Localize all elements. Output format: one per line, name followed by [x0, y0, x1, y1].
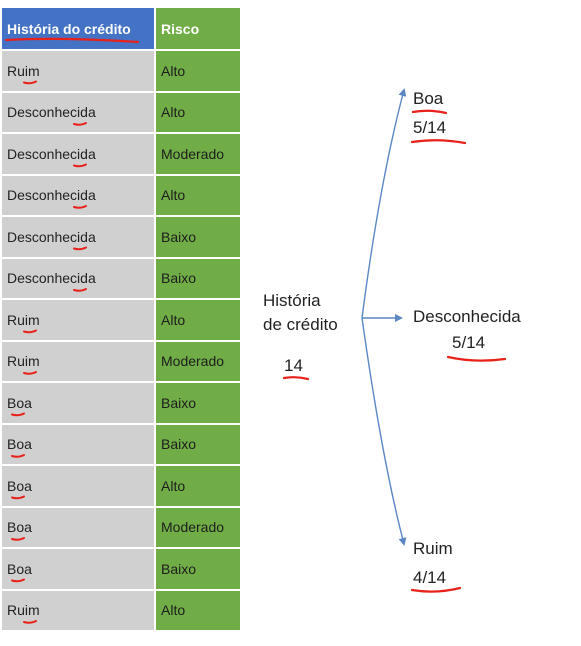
underline-header — [4, 37, 140, 44]
row-underline-mark — [11, 412, 25, 417]
row-underline-mark — [23, 620, 37, 624]
branch-desconhecida-label: Desconhecida — [413, 307, 521, 326]
branch-ruim-fraction: 4/14 — [413, 568, 447, 587]
branch-boa-fraction: 5/14 — [413, 118, 447, 137]
row-underline-mark — [73, 288, 87, 292]
row-underline-mark — [11, 454, 25, 458]
underline-boa-fraction — [410, 139, 467, 145]
row-underline-mark — [73, 122, 87, 126]
branch-desconhecida-fraction: 5/14 — [452, 333, 486, 352]
row-underline-mark — [23, 329, 37, 334]
row-underline-mark — [73, 163, 87, 168]
row-underline-mark — [73, 205, 87, 209]
arrow-to-boa — [361, 88, 407, 319]
underline-boa-label — [411, 109, 448, 115]
underline-desconhecida-fraction — [446, 355, 507, 362]
arrow-to-ruim — [361, 317, 407, 546]
row-underline-mark — [11, 537, 25, 541]
row-underline-marks — [11, 80, 87, 624]
root-node-label: História de crédito — [263, 289, 338, 337]
root-label-line1: História — [263, 291, 321, 310]
branch-ruim-label: Ruim — [413, 539, 453, 558]
row-underline-mark — [23, 80, 37, 85]
root-count: 14 — [284, 356, 303, 375]
branch-boa-label: Boa — [413, 89, 444, 108]
tree-connectors — [361, 88, 407, 546]
root-label-line2: de crédito — [263, 315, 338, 334]
row-underline-mark — [73, 246, 87, 251]
row-underline-mark — [11, 495, 25, 500]
row-underline-mark — [11, 578, 25, 583]
row-underline-mark — [23, 371, 37, 375]
